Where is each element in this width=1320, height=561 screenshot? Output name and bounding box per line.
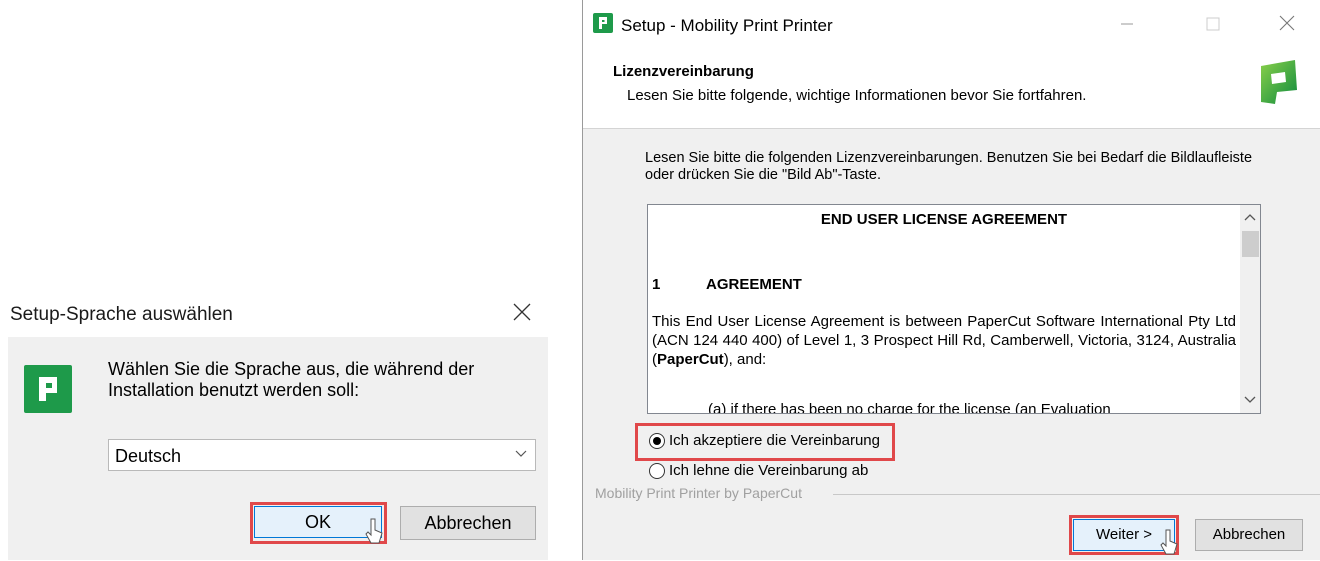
close-icon[interactable] <box>508 298 536 326</box>
page-title: Lizenzvereinbarung <box>613 63 754 80</box>
cancel-button[interactable]: Abbrechen <box>400 506 536 540</box>
eula-title: END USER LICENSE AGREEMENT <box>820 211 1068 228</box>
papercut-logo-icon <box>1253 56 1303 108</box>
vertical-scrollbar[interactable] <box>1240 205 1260 413</box>
eula-cutoff-line: (a) if there has been no charge for the … <box>708 401 1111 414</box>
eula-paragraph: This End User License Agreement is betwe… <box>652 312 1236 369</box>
dialog-title: Setup-Sprache auswählen <box>10 304 233 325</box>
language-dialog: Setup-Sprache auswählen Wählen Sie die S… <box>0 288 550 560</box>
section-title: AGREEMENT <box>706 276 802 293</box>
section-number: 1 <box>652 276 661 293</box>
chevron-down-icon[interactable] <box>1242 391 1258 407</box>
papercut-logo-icon <box>24 365 72 413</box>
ok-button[interactable]: OK <box>254 506 382 538</box>
maximize-icon[interactable] <box>1199 12 1227 36</box>
paragraph-text-end: ), and: <box>723 351 767 368</box>
window-title: Setup - Mobility Print Printer <box>621 16 833 35</box>
footer-divider <box>833 494 1320 495</box>
chevron-down-icon <box>513 445 529 461</box>
minimize-icon[interactable] <box>1113 12 1141 36</box>
language-select[interactable]: Deutsch <box>108 439 536 471</box>
selected-language: Deutsch <box>115 446 182 466</box>
instructions-text: Lesen Sie bitte die folgenden Lizenzvere… <box>645 150 1253 183</box>
app-icon <box>593 13 613 33</box>
decline-label[interactable]: Ich lehne die Vereinbarung ab <box>669 462 868 479</box>
setup-wizard-window: Setup - Mobility Print Printer Lizenzver… <box>582 0 1320 560</box>
dialog-body: Wählen Sie die Sprache aus, die während … <box>8 337 548 560</box>
accept-label[interactable]: Ich akzeptiere die Vereinbarung <box>669 432 880 449</box>
paragraph-bold: PaperCut <box>657 351 724 368</box>
language-prompt: Wählen Sie die Sprache aus, die während … <box>108 359 475 400</box>
title-bar: Setup - Mobility Print Printer <box>583 0 1320 52</box>
radio-selected-dot <box>653 437 661 445</box>
decline-radio[interactable] <box>649 463 665 479</box>
mouse-cursor-icon <box>1159 528 1179 556</box>
wizard-header: Lizenzvereinbarung Lesen Sie bitte folge… <box>583 52 1320 129</box>
accept-radio[interactable] <box>649 433 665 449</box>
close-icon[interactable] <box>1273 12 1301 36</box>
chevron-up-icon[interactable] <box>1242 210 1258 226</box>
page-subtitle: Lesen Sie bitte folgende, wichtige Infor… <box>627 87 1087 104</box>
scrollbar-thumb[interactable] <box>1242 231 1259 257</box>
footer-brand: Mobility Print Printer by PaperCut <box>595 485 802 501</box>
license-text-box[interactable]: END USER LICENSE AGREEMENT 1 AGREEMENT T… <box>647 204 1261 414</box>
cancel-button[interactable]: Abbrechen <box>1195 519 1303 551</box>
mouse-cursor-icon <box>364 517 384 545</box>
license-content: END USER LICENSE AGREEMENT 1 AGREEMENT T… <box>648 205 1240 414</box>
